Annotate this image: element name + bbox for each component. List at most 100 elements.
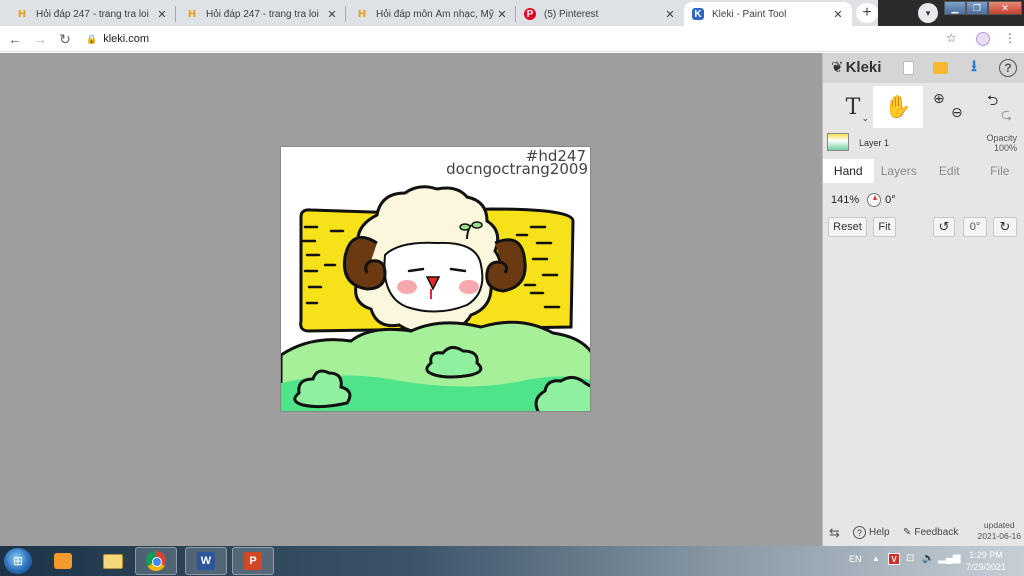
browser-tab-5[interactable]: K Kleki - Paint Tool ✕: [684, 2, 852, 26]
language-indicator[interactable]: EN: [849, 554, 862, 564]
browser-tab-3[interactable]: H Hỏi đáp môn Âm nhạc, Mỹ thu ✕: [348, 2, 516, 26]
start-button[interactable]: ⊞: [4, 548, 32, 574]
powerpoint-icon: P: [244, 552, 262, 570]
drawing-canvas[interactable]: #hd247 docngoctrang2009: [280, 146, 591, 412]
help-button[interactable]: ?: [999, 59, 1017, 77]
taskbar-powerpoint[interactable]: P: [232, 547, 274, 575]
tray-overflow-icon[interactable]: ▲: [872, 554, 880, 563]
bookmark-star-icon[interactable]: ☆: [946, 31, 957, 45]
undo-icon[interactable]: ⮌: [987, 90, 998, 114]
tab-title: Hỏi đáp 247 - trang tra loi: [206, 8, 319, 20]
updated-label: updated: [983, 520, 1015, 530]
arrow-left-icon: ←: [8, 31, 22, 47]
profile-avatar[interactable]: [976, 32, 990, 46]
new-image-button[interactable]: [899, 59, 917, 77]
update-info: updated 2021-06-16: [978, 520, 1021, 542]
tab-layers[interactable]: Layers: [874, 159, 925, 183]
clock-time: 1:29 PM: [969, 550, 1003, 560]
h-icon: H: [187, 8, 197, 20]
opacity-value: 100%: [993, 143, 1017, 153]
new-tab-button[interactable]: +: [856, 3, 878, 23]
taskbar-file-explorer[interactable]: [92, 547, 134, 575]
rotation-angle: 0°: [885, 194, 896, 206]
kleki-logo[interactable]: ❦ Kleki: [831, 58, 881, 77]
h-icon: H: [17, 8, 27, 20]
taskbar-media-player[interactable]: [42, 547, 84, 575]
close-icon[interactable]: ✕: [326, 8, 338, 21]
tab-title: Hỏi đáp 247 - trang tra loi: [36, 8, 149, 20]
compass-icon: [867, 193, 882, 207]
minimize-button[interactable]: ▁: [944, 1, 966, 15]
layer-opacity: Opacity 100%: [986, 133, 1017, 153]
vietkey-icon[interactable]: V: [888, 553, 900, 565]
folder-icon: [103, 553, 123, 569]
chevron-down-icon: ▾: [925, 7, 931, 18]
question-icon: ?: [853, 526, 866, 539]
windows-logo-icon: ⊞: [12, 554, 24, 568]
network-icon[interactable]: ⊡: [906, 553, 914, 564]
new-document-icon: [902, 61, 914, 75]
help-link[interactable]: ? Help: [853, 526, 890, 539]
feedback-icon: ✎: [903, 527, 912, 538]
open-image-button[interactable]: [931, 59, 949, 77]
taskbar-word[interactable]: W: [185, 547, 227, 575]
hand-icon: ✋: [884, 94, 912, 119]
text-tool-button[interactable]: T ⌄: [833, 86, 873, 128]
panel-footer: ⇆ ? Help ✎ Feedback updated 2021-06-16: [823, 519, 1024, 546]
redo-icon[interactable]: ⮎: [1001, 104, 1012, 128]
reload-button[interactable]: ↻: [56, 30, 74, 48]
zoom-out-icon[interactable]: ⊖: [951, 104, 963, 121]
rotate-right-button[interactable]: ↻: [993, 217, 1017, 237]
back-button[interactable]: ←: [6, 30, 24, 48]
forward-button[interactable]: →: [31, 30, 49, 48]
tab-separator: [175, 6, 176, 22]
browser-tab-4[interactable]: P (5) Pinterest ✕: [516, 2, 684, 26]
address-bar[interactable]: 🔒 kleki.com: [80, 29, 1004, 49]
layer-thumbnail: [827, 133, 849, 151]
reset-view-button[interactable]: Reset: [828, 217, 867, 237]
feedback-link[interactable]: ✎ Feedback: [903, 527, 958, 538]
tab-title: Kleki - Paint Tool: [712, 8, 787, 20]
artwork-drawing: [281, 185, 590, 411]
close-icon[interactable]: ✕: [496, 8, 508, 21]
browser-tab-2[interactable]: H Hỏi đáp 247 - trang tra loi ✕: [178, 2, 346, 26]
browser-tab-strip: H Hỏi đáp 247 - trang tra loi ✕ H Hỏi đá…: [0, 0, 1024, 26]
maximize-button[interactable]: ❐: [966, 1, 988, 15]
close-icon[interactable]: ✕: [156, 8, 168, 21]
restore-icon: ❐: [972, 2, 982, 13]
url-text: kleki.com: [103, 33, 150, 45]
chevron-down-icon[interactable]: ⌄: [861, 114, 869, 124]
close-icon[interactable]: ✕: [664, 8, 676, 21]
kebab-menu-icon[interactable]: ⋮: [1004, 31, 1016, 45]
system-clock[interactable]: 1:29 PM 7/29/2021: [960, 549, 1012, 573]
tab-edit[interactable]: Edit: [924, 159, 975, 183]
watermark-author: docngoctrang2009: [446, 160, 588, 178]
volume-icon[interactable]: 🔊: [922, 553, 934, 564]
undo-redo-buttons: ⮌ ⮎: [977, 86, 1021, 128]
close-icon[interactable]: ✕: [832, 8, 844, 21]
window-close-button[interactable]: ✕: [988, 1, 1022, 15]
feedback-label: Feedback: [914, 527, 959, 538]
signal-icon[interactable]: ▂▄▆: [938, 553, 960, 564]
zoom-in-icon[interactable]: ⊕: [933, 90, 945, 107]
close-icon: ✕: [1001, 2, 1009, 13]
swap-side-icon[interactable]: ⇆: [829, 525, 840, 541]
arrow-right-icon: →: [33, 31, 47, 47]
system-tray: EN ▲ V ⊡ 🔊 ▂▄▆ 1:29 PM 7/29/2021: [840, 546, 1024, 576]
browser-tab-1[interactable]: H Hỏi đáp 247 - trang tra loi ✕: [8, 2, 176, 26]
help-label: Help: [869, 527, 890, 538]
reset-angle-button[interactable]: 0°: [963, 217, 987, 237]
layer-preview[interactable]: Layer 1 Opacity 100%: [823, 131, 1024, 157]
chrome-icon: [146, 551, 166, 571]
browser-toolbar: ← → ↻ 🔒 kleki.com ☆ ⋮: [0, 26, 1024, 52]
tab-hand[interactable]: Hand: [823, 159, 874, 183]
save-image-button[interactable]: ⭳: [965, 58, 983, 77]
hand-tool-button[interactable]: ✋: [873, 86, 923, 128]
tab-file[interactable]: File: [975, 159, 1024, 183]
rotate-left-button[interactable]: ↺: [933, 217, 955, 237]
taskbar-chrome[interactable]: [135, 547, 177, 575]
rotate-left-icon: ↺: [938, 219, 950, 234]
canvas-stage[interactable]: #hd247 docngoctrang2009: [0, 53, 822, 546]
tab-search-button[interactable]: ▾: [918, 3, 938, 23]
fit-view-button[interactable]: Fit: [873, 217, 896, 237]
